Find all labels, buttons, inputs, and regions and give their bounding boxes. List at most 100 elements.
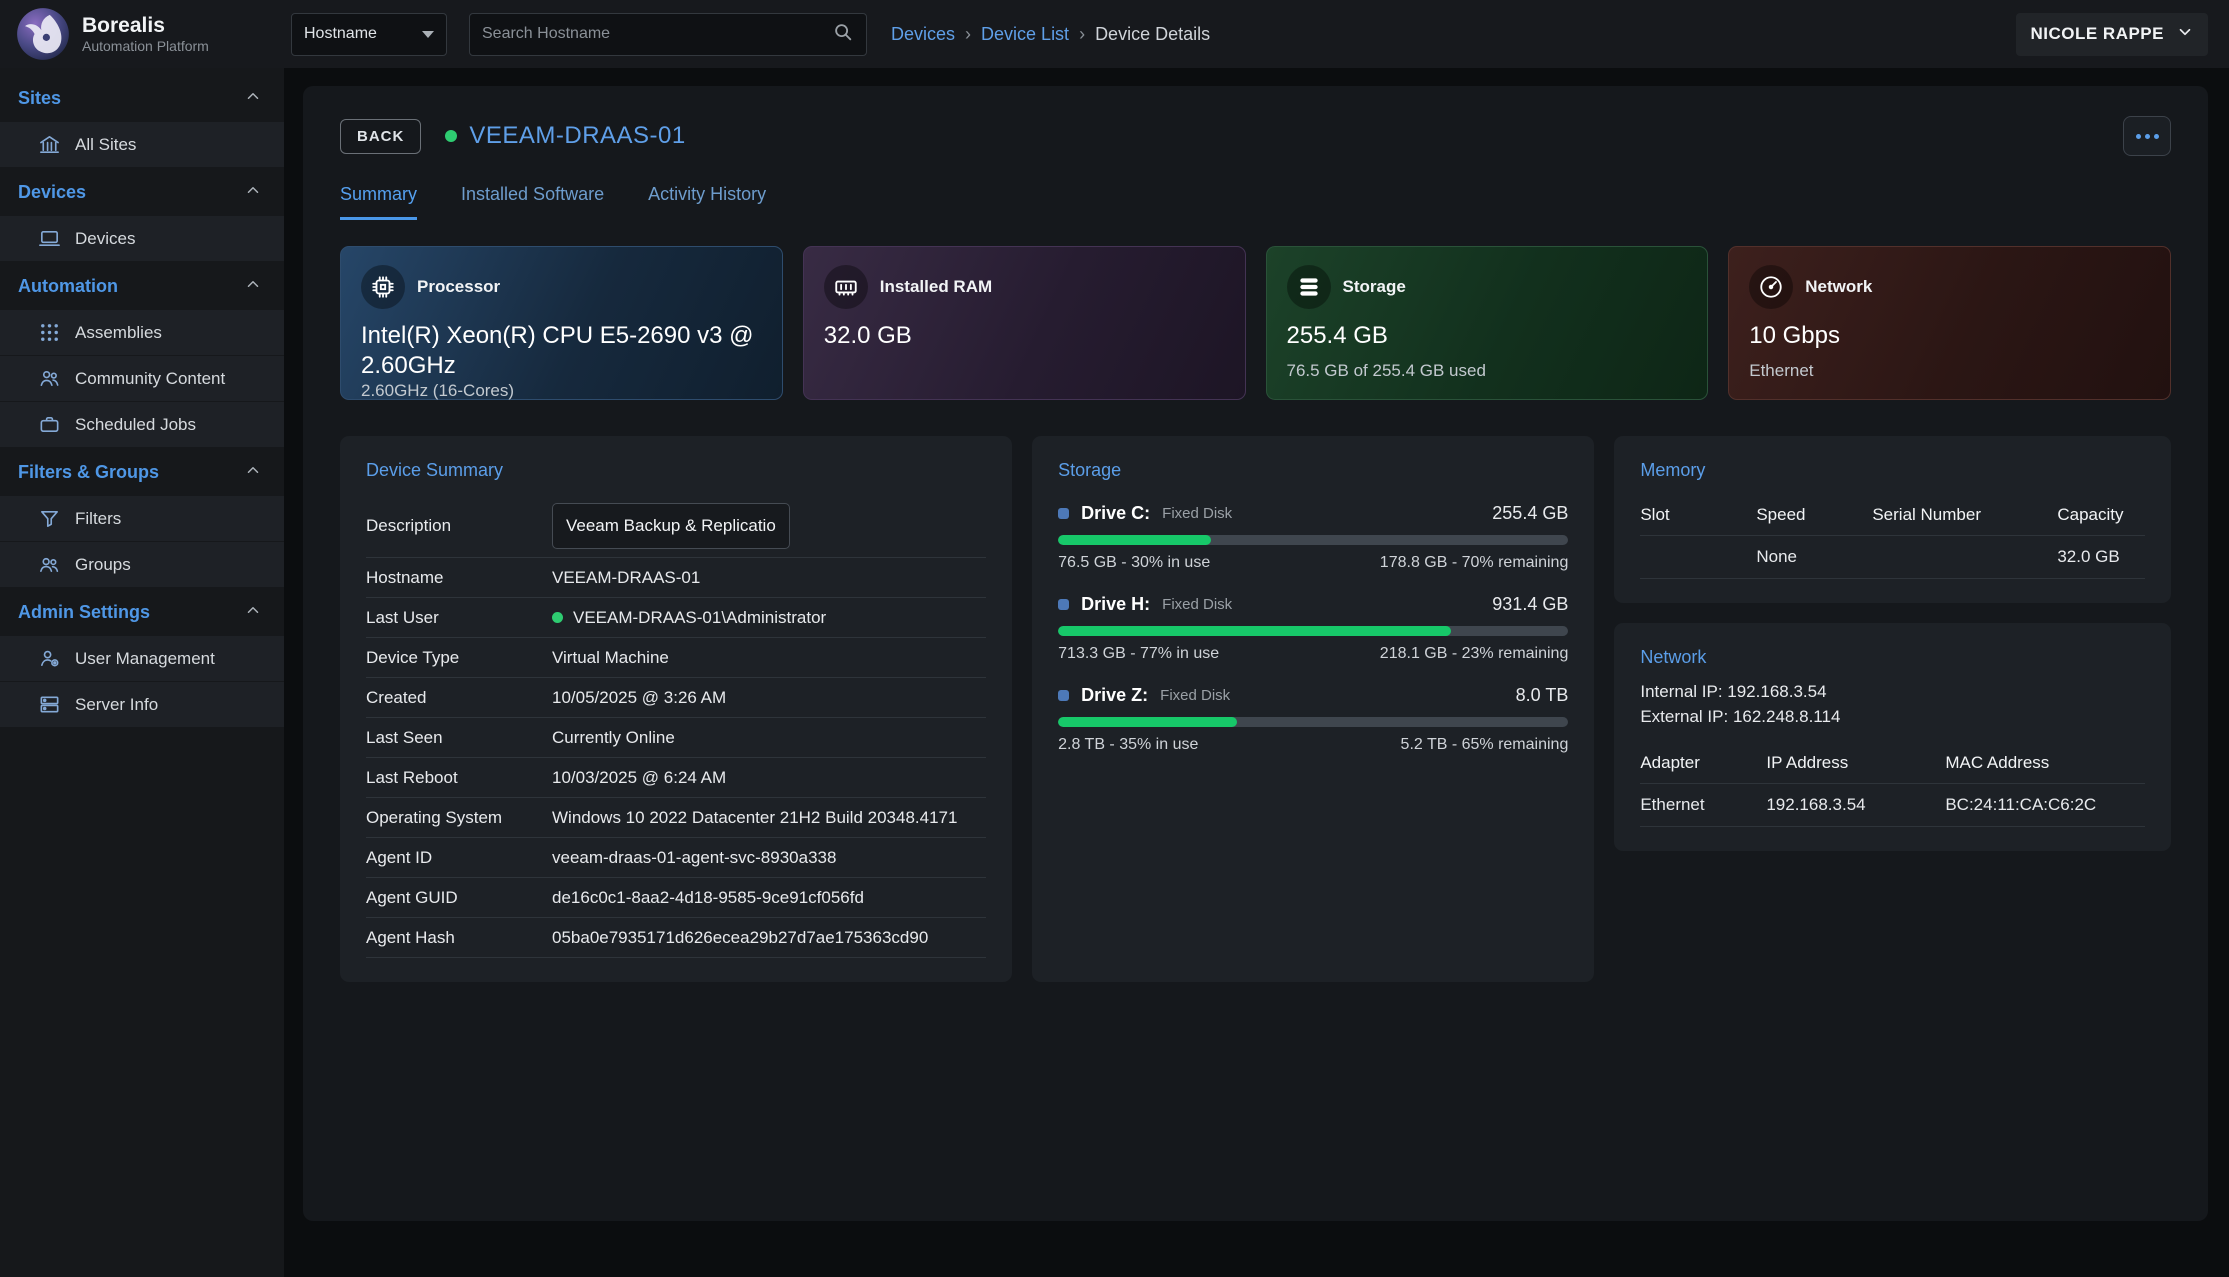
sidebar-item-groups[interactable]: Groups — [0, 542, 284, 588]
sidebar-item-label: Server Info — [75, 695, 158, 715]
drive-usage-bar — [1058, 717, 1568, 727]
tab-installed-software[interactable]: Installed Software — [461, 184, 604, 220]
cpu-icon — [361, 265, 405, 309]
sidebar-item-filters[interactable]: Filters — [0, 496, 284, 542]
row-label: Hostname — [366, 568, 552, 588]
brand: Borealis Automation Platform — [0, 7, 284, 61]
card-subtext: Ethernet — [1749, 361, 2150, 381]
right-column: Memory Slot Speed Serial Number Capacity… — [1614, 436, 2171, 982]
cell: BC:24:11:CA:C6:2C — [1945, 795, 2145, 815]
breadcrumb-devices[interactable]: Devices — [891, 24, 955, 45]
sidebar-item-devices[interactable]: Devices — [0, 216, 284, 262]
drive-name: Drive C: — [1081, 503, 1150, 524]
card-value: 255.4 GB — [1287, 321, 1688, 351]
sidebar-item-label: Filters — [75, 509, 121, 529]
devices-icon — [38, 227, 61, 250]
internal-ip: Internal IP: 192.168.3.54 — [1640, 680, 2145, 705]
breadcrumb: Devices › Device List › Device Details — [891, 24, 1210, 45]
drive-row: Drive C: Fixed Disk 255.4 GB 76.5 GB - 3… — [1058, 503, 1568, 572]
sidebar-section-sites[interactable]: Sites — [0, 74, 284, 122]
sidebar: Sites All Sites Devices — [0, 68, 284, 1277]
column-header: Serial Number — [1872, 505, 2057, 525]
sidebar-item-label: Devices — [75, 229, 135, 249]
sidebar-item-user-management[interactable]: User Management — [0, 636, 284, 682]
row-value: veeam-draas-01-agent-svc-8930a338 — [552, 848, 986, 868]
breadcrumb-device-list[interactable]: Device List — [981, 24, 1069, 45]
more-actions-button[interactable] — [2123, 116, 2171, 156]
user-name: NICOLE RAPPE — [2030, 24, 2164, 44]
online-status-dot — [445, 130, 457, 142]
drive-type: Fixed Disk — [1160, 687, 1230, 704]
table-row: Last Seen Currently Online — [366, 718, 986, 758]
external-ip: External IP: 162.248.8.114 — [1640, 705, 2145, 730]
stat-cards-row: Processor Intel(R) Xeon(R) CPU E5-2690 v… — [340, 246, 2171, 400]
drive-size: 931.4 GB — [1492, 594, 1568, 615]
sidebar-section-admin-settings[interactable]: Admin Settings — [0, 588, 284, 636]
sidebar-item-community-content[interactable]: Community Content — [0, 356, 284, 402]
cell: 192.168.3.54 — [1766, 795, 1945, 815]
drive-name: Drive Z: — [1081, 685, 1148, 706]
row-label: Device Type — [366, 648, 552, 668]
sidebar-section-filters-groups[interactable]: Filters & Groups — [0, 448, 284, 496]
search-icon[interactable] — [832, 21, 854, 48]
table-row: Device Type Virtual Machine — [366, 638, 986, 678]
card-label: Processor — [417, 277, 500, 297]
sidebar-item-server-info[interactable]: Server Info — [0, 682, 284, 728]
chevron-up-icon — [244, 461, 262, 484]
storage-panel: Storage Drive C: Fixed Disk 255.4 GB 76.… — [1032, 436, 1594, 982]
hostname-filter-dropdown[interactable]: Hostname — [291, 13, 447, 56]
back-button[interactable]: BACK — [340, 119, 421, 154]
panel-title: Storage — [1058, 460, 1568, 481]
sidebar-item-label: Assemblies — [75, 323, 162, 343]
storage-stack-icon — [1287, 265, 1331, 309]
card-value: 32.0 GB — [824, 321, 1225, 351]
card-subtext: 2.60GHz (16-Cores) — [361, 381, 762, 401]
user-menu-button[interactable]: NICOLE RAPPE — [2016, 13, 2208, 56]
drive-used: 76.5 GB - 30% in use — [1058, 554, 1210, 572]
drive-remaining: 218.1 GB - 23% remaining — [1380, 645, 1569, 663]
column-header: MAC Address — [1945, 753, 2145, 773]
tab-summary[interactable]: Summary — [340, 184, 417, 220]
row-label: Agent Hash — [366, 928, 552, 948]
brand-name: Borealis — [82, 14, 209, 38]
tab-activity-history[interactable]: Activity History — [648, 184, 766, 220]
table-row: Agent GUID de16c0c1-8aa2-4d18-9585-9ce91… — [366, 878, 986, 918]
search-box — [469, 13, 867, 56]
row-label: Agent GUID — [366, 888, 552, 908]
memory-table-header: Slot Speed Serial Number Capacity — [1640, 497, 2145, 536]
table-row: Last User VEEAM-DRAAS-01\Administrator — [366, 598, 986, 638]
chevron-down-icon — [2176, 23, 2194, 46]
sidebar-section-devices[interactable]: Devices — [0, 168, 284, 216]
sidebar-item-assemblies[interactable]: Assemblies — [0, 310, 284, 356]
table-row: Last Reboot 10/03/2025 @ 6:24 AM — [366, 758, 986, 798]
user-gear-icon — [38, 647, 61, 670]
card-subtext: 76.5 GB of 255.4 GB used — [1287, 361, 1688, 381]
row-value: 10/03/2025 @ 6:24 AM — [552, 768, 986, 788]
brand-text: Borealis Automation Platform — [82, 14, 209, 54]
briefcase-icon — [38, 413, 61, 436]
row-value: Windows 10 2022 Datacenter 21H2 Build 20… — [552, 808, 986, 828]
ram-icon — [824, 265, 868, 309]
search-input[interactable] — [482, 25, 832, 43]
card-value: 10 Gbps — [1749, 321, 2150, 351]
row-label: Last Seen — [366, 728, 552, 748]
table-row: Ethernet 192.168.3.54 BC:24:11:CA:C6:2C — [1640, 784, 2145, 827]
disk-icon — [1058, 690, 1069, 701]
sidebar-item-all-sites[interactable]: All Sites — [0, 122, 284, 168]
row-label: Last User — [366, 608, 552, 628]
sidebar-section-automation[interactable]: Automation — [0, 262, 284, 310]
table-row: Agent ID veeam-draas-01-agent-svc-8930a3… — [366, 838, 986, 878]
sites-icon — [38, 133, 61, 156]
device-summary-panel: Device Summary Description Hostname VEEA… — [340, 436, 1012, 982]
sidebar-section-label: Filters & Groups — [18, 462, 159, 483]
drive-remaining: 178.8 GB - 70% remaining — [1380, 554, 1569, 572]
assemblies-grid-icon — [38, 321, 61, 344]
borealis-logo — [16, 7, 70, 61]
sidebar-item-scheduled-jobs[interactable]: Scheduled Jobs — [0, 402, 284, 448]
description-input[interactable] — [552, 503, 790, 549]
drive-size: 255.4 GB — [1492, 503, 1568, 524]
chevron-up-icon — [244, 87, 262, 110]
sidebar-section-label: Automation — [18, 276, 118, 297]
details-grid: Device Summary Description Hostname VEEA… — [340, 436, 2171, 982]
sidebar-item-label: All Sites — [75, 135, 136, 155]
